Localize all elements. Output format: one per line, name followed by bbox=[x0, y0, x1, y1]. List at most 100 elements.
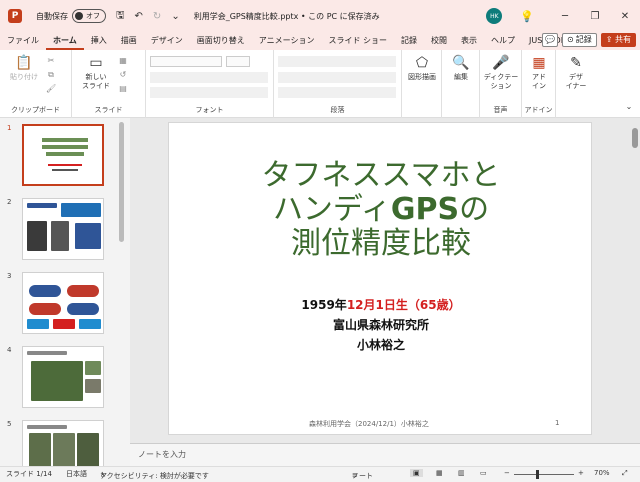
thumb-block bbox=[27, 203, 57, 208]
thumb-number: 1 bbox=[7, 124, 12, 132]
addins-button[interactable]: ▦ アド イン bbox=[524, 54, 554, 91]
tab-record[interactable]: 記録 bbox=[394, 32, 424, 50]
thumb-photo bbox=[31, 361, 83, 401]
slide-subtitle[interactable]: 1959年12月1日生（65歳） 富山県森林研究所 小林裕之 bbox=[169, 295, 593, 355]
slide-thumb-4[interactable] bbox=[22, 346, 104, 408]
tab-slideshow[interactable]: スライド ショー bbox=[321, 32, 394, 50]
tab-review[interactable]: 校閲 bbox=[424, 32, 454, 50]
font-size-combo[interactable] bbox=[226, 56, 250, 67]
birth-line: 1959年12月1日生（65歳） bbox=[169, 295, 593, 315]
minimize-icon[interactable]: ─ bbox=[550, 11, 580, 22]
slide-title[interactable]: タフネススマホと ハンディGPSの 測位精度比較 bbox=[169, 159, 593, 261]
editor-scrollbar[interactable] bbox=[632, 122, 638, 442]
slide-thumb-3[interactable] bbox=[22, 272, 104, 334]
share-icon: ⇪ bbox=[605, 35, 615, 44]
ribbon: 📋 貼り付け ✂ ⧉ 🖌 クリップボード ▭ 新しい スライド ▦ ↺ ▤ スラ… bbox=[0, 50, 640, 118]
editor-scroll-thumb[interactable] bbox=[632, 128, 638, 148]
redo-icon[interactable]: ↻ bbox=[153, 11, 161, 22]
section-icon[interactable]: ▤ bbox=[118, 84, 128, 94]
new-slide-label-1: 新しい bbox=[85, 73, 107, 81]
tab-view[interactable]: 表示 bbox=[454, 32, 484, 50]
tab-animations[interactable]: アニメーション bbox=[252, 32, 322, 50]
shapes-button[interactable]: ⬠ 図形描画 bbox=[404, 54, 440, 82]
zoom-level[interactable]: 70% bbox=[594, 469, 610, 477]
tab-insert[interactable]: 挿入 bbox=[84, 32, 114, 50]
tab-home[interactable]: ホーム bbox=[46, 32, 84, 50]
reading-view-icon[interactable]: ▥ bbox=[458, 469, 465, 477]
toggle-knob bbox=[75, 12, 83, 20]
title-line-3: 測位精度比較 bbox=[291, 226, 471, 261]
slide-counter: スライド 1/14 bbox=[6, 470, 52, 478]
avatar[interactable]: HK bbox=[486, 8, 503, 24]
paste-button[interactable]: 📋 貼り付け bbox=[8, 54, 40, 82]
zoom-slider-thumb[interactable] bbox=[536, 470, 539, 479]
notes-pane[interactable]: ノートを入力 bbox=[130, 443, 640, 466]
close-icon[interactable]: ✕ bbox=[610, 11, 640, 22]
zoom-out-icon[interactable]: − bbox=[504, 469, 510, 477]
document-title[interactable]: 利用学会_GPS精度比較.pptx • この PC に保存済み bbox=[194, 11, 380, 22]
comments-button[interactable]: 💬 bbox=[542, 33, 559, 47]
save-icon[interactable]: 🖫 bbox=[116, 8, 125, 25]
align-row[interactable] bbox=[278, 72, 396, 83]
customize-qat-icon[interactable]: ⌄ bbox=[171, 11, 179, 22]
share-button[interactable]: ⇪ 共有 bbox=[600, 33, 636, 47]
slide-sorter-icon[interactable]: ▦ bbox=[436, 469, 443, 477]
collapse-ribbon-icon[interactable]: ⌄ bbox=[624, 102, 634, 112]
reset-icon[interactable]: ↺ bbox=[118, 70, 128, 80]
slide-canvas[interactable]: タフネススマホと ハンディGPSの 測位精度比較 1959年12月1日生（65歳… bbox=[168, 122, 592, 435]
font-format-row[interactable] bbox=[150, 72, 268, 83]
thumb-title-line bbox=[42, 138, 88, 142]
format-painter-icon[interactable]: 🖌 bbox=[46, 84, 56, 94]
font-name-combo[interactable] bbox=[150, 56, 222, 67]
tab-help[interactable]: ヘルプ bbox=[484, 32, 522, 50]
tab-file[interactable]: ファイル bbox=[0, 32, 46, 50]
autosave-state: オフ bbox=[86, 12, 100, 20]
slide-thumbnails-pane: 1 2 3 4 5 bbox=[0, 118, 130, 466]
font-color-row[interactable] bbox=[150, 87, 268, 98]
birth-year: 1959年 bbox=[301, 298, 347, 312]
dictate-button[interactable]: 🎤 ディクテー ション bbox=[482, 54, 520, 91]
slide-footer: 森林利用学会（2024/12/1）小林裕之 bbox=[309, 420, 429, 428]
fit-slide-icon[interactable]: ⤢ bbox=[622, 469, 628, 478]
undo-icon[interactable]: ↶ bbox=[135, 11, 143, 22]
slide-thumb-1[interactable] bbox=[22, 124, 104, 186]
slide-thumb-2[interactable] bbox=[22, 198, 104, 260]
zoom-slider[interactable] bbox=[514, 474, 574, 475]
slides-group-label: スライド bbox=[94, 106, 123, 114]
addins-group-label: アドイン bbox=[524, 106, 553, 114]
normal-view-icon[interactable]: ▣ bbox=[410, 469, 423, 477]
slide-number: 1 bbox=[555, 419, 560, 427]
thumbnails-scrollbar[interactable] bbox=[119, 122, 124, 242]
language[interactable]: 日本語 bbox=[66, 469, 87, 479]
title-gps: GPS bbox=[390, 192, 460, 227]
designer-group: ✎ デザ イナー bbox=[556, 50, 596, 118]
designer-icon: ✎ bbox=[570, 55, 582, 71]
tab-draw[interactable]: 描画 bbox=[114, 32, 144, 50]
list-row[interactable] bbox=[278, 56, 396, 67]
title-line-2-pre: ハンディ bbox=[272, 192, 391, 227]
thumb-block bbox=[29, 285, 61, 297]
paragraph-group-label: 段落 bbox=[330, 106, 345, 114]
thumb-text-line bbox=[27, 425, 67, 429]
spacing-row[interactable] bbox=[278, 87, 396, 98]
slideshow-icon[interactable]: ▭ bbox=[480, 469, 487, 477]
slide-thumb-5[interactable] bbox=[22, 420, 104, 466]
designer-button[interactable]: ✎ デザ イナー bbox=[558, 54, 594, 91]
autosave-toggle[interactable]: オフ bbox=[72, 9, 106, 23]
zoom-in-icon[interactable]: + bbox=[578, 469, 584, 477]
edit-button[interactable]: 🔍 編集 bbox=[444, 54, 478, 82]
copy-icon[interactable]: ⧉ bbox=[46, 70, 56, 80]
designer-label-2: イナー bbox=[565, 82, 587, 90]
record-label: 記録 bbox=[575, 35, 592, 44]
thumb-photo bbox=[29, 433, 51, 466]
tab-transitions[interactable]: 画面切り替え bbox=[190, 32, 252, 50]
new-slide-button[interactable]: ▭ 新しい スライド bbox=[78, 54, 114, 91]
tab-design[interactable]: デザイン bbox=[144, 32, 190, 50]
cut-icon[interactable]: ✂ bbox=[46, 56, 56, 66]
record-button[interactable]: ⊙ 記録 bbox=[562, 33, 597, 47]
age: （65歳） bbox=[407, 298, 461, 312]
restore-icon[interactable]: ❐ bbox=[580, 11, 610, 22]
layout-icon[interactable]: ▦ bbox=[118, 56, 128, 66]
lightbulb-icon[interactable]: 💡 bbox=[520, 10, 534, 23]
clipboard-group-label: クリップボード bbox=[11, 106, 60, 114]
